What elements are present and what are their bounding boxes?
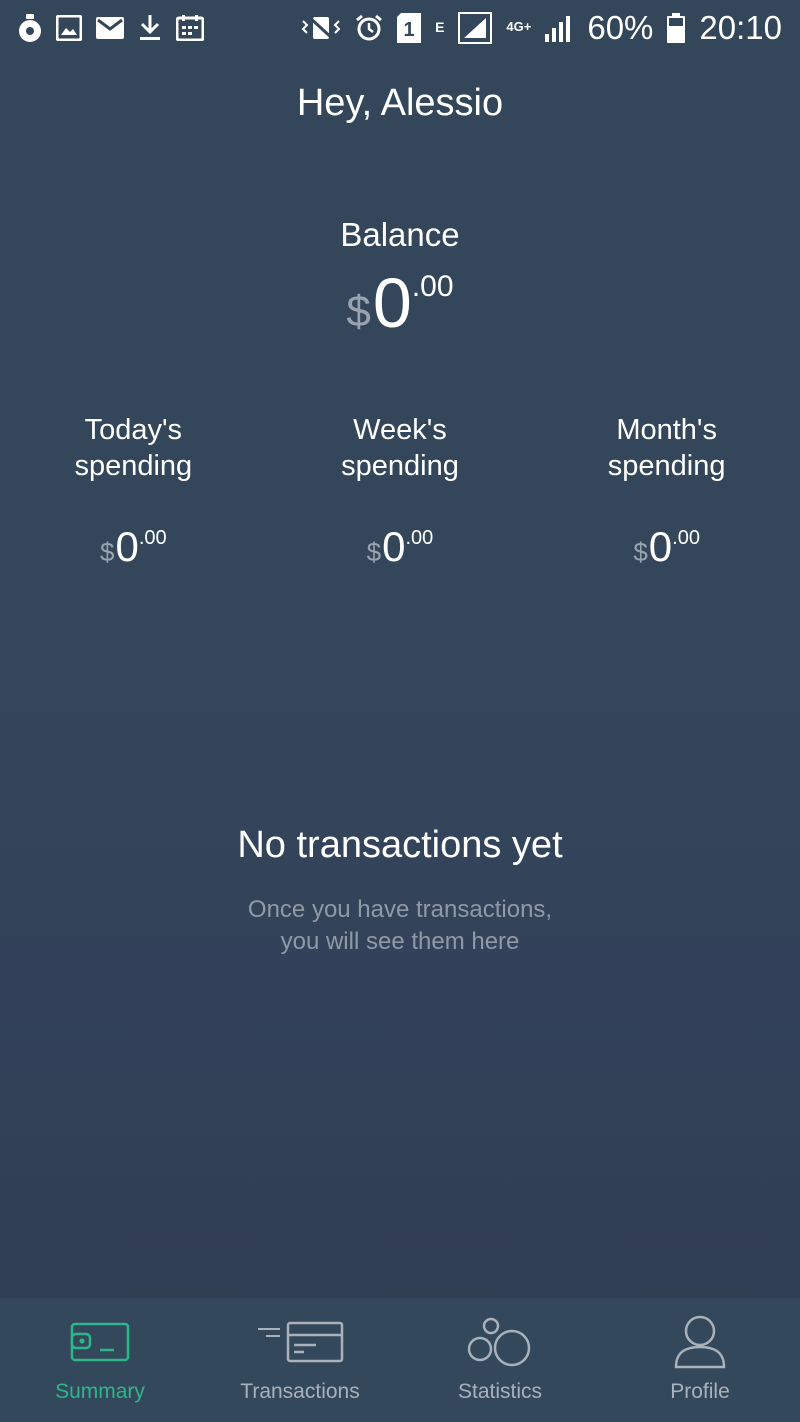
status-bar-notifications [18,14,204,42]
nav-summary[interactable]: Summary [0,1298,200,1422]
week-whole: 0 [382,523,406,570]
empty-state-title: No transactions yet [237,824,563,866]
empty-state-line-2: you will see them here [280,928,520,955]
nav-profile-label: Profile [670,1380,730,1403]
image-icon [56,15,82,41]
sim-icon: 1 [397,13,422,43]
alarm-icon [355,14,383,42]
card-icon [256,1314,344,1370]
month-currency: $ [633,537,648,567]
download-icon [138,15,162,41]
signal-box-icon [458,12,493,44]
balance-amount: $ 0 .00 [0,268,800,338]
today-whole: 0 [115,523,139,570]
bottom-navigation: Summary Transactions Statistics Profile [0,1298,800,1422]
week-spending: Week's spending $ 0 .00 [267,412,534,568]
balance-currency: $ [346,287,371,336]
status-bar-system: 1 E 4G+ 60% 20:10 [301,9,782,47]
nav-statistics-label: Statistics [457,1380,543,1403]
wallet-icon [70,1314,130,1370]
today-spending-label: Today's spending [74,414,193,482]
status-bar: 1 E 4G+ 60% 20:10 [0,0,800,56]
battery-percent: 60% [587,9,654,46]
calendar-icon [176,15,204,41]
nav-transactions-label: Transactions [240,1380,360,1403]
today-cents: .00 [138,527,167,549]
signal-icon [545,14,573,42]
nav-summary-label: Summary [55,1380,145,1403]
nav-transactions[interactable]: Transactions [200,1298,400,1422]
month-whole: 0 [648,523,673,570]
month-spending-amount: $ 0 .00 [533,526,800,568]
today-spending-amount: $ 0 .00 [0,526,267,568]
today-currency: $ [100,537,115,567]
user-icon [673,1314,727,1370]
month-spending: Month's spending $ 0 .00 [533,412,800,568]
network-type-label: E [435,19,445,35]
bubbles-icon [467,1314,533,1370]
battery-icon [667,13,686,43]
empty-state-line-1: Once you have transactions, [247,896,553,923]
nav-statistics[interactable]: Statistics [400,1298,600,1422]
month-cents: .00 [672,527,700,549]
balance-cents: .00 [411,270,454,303]
mail-icon [96,17,124,39]
network-4g-label: 4G+ [506,19,532,34]
balance-label: Balance [340,216,460,253]
today-spending: Today's spending $ 0 .00 [0,412,267,568]
vibrate-icon [301,15,341,41]
week-currency: $ [366,537,382,567]
week-spending-label: Week's spending [341,414,459,482]
nav-profile[interactable]: Profile [600,1298,800,1422]
month-spending-label: Month's spending [607,414,726,482]
week-cents: .00 [405,527,434,549]
clock: 20:10 [699,9,782,46]
balance-whole: 0 [372,264,412,342]
wallet-notification-icon [18,14,42,42]
greeting-title: Hey, Alessio [296,82,504,124]
empty-state-message: Once you have transactions, you will see… [0,894,800,958]
spending-summary: Today's spending $ 0 .00 Week's spending… [0,412,800,568]
sim-number: 1 [404,19,415,41]
week-spending-amount: $ 0 .00 [267,526,534,568]
